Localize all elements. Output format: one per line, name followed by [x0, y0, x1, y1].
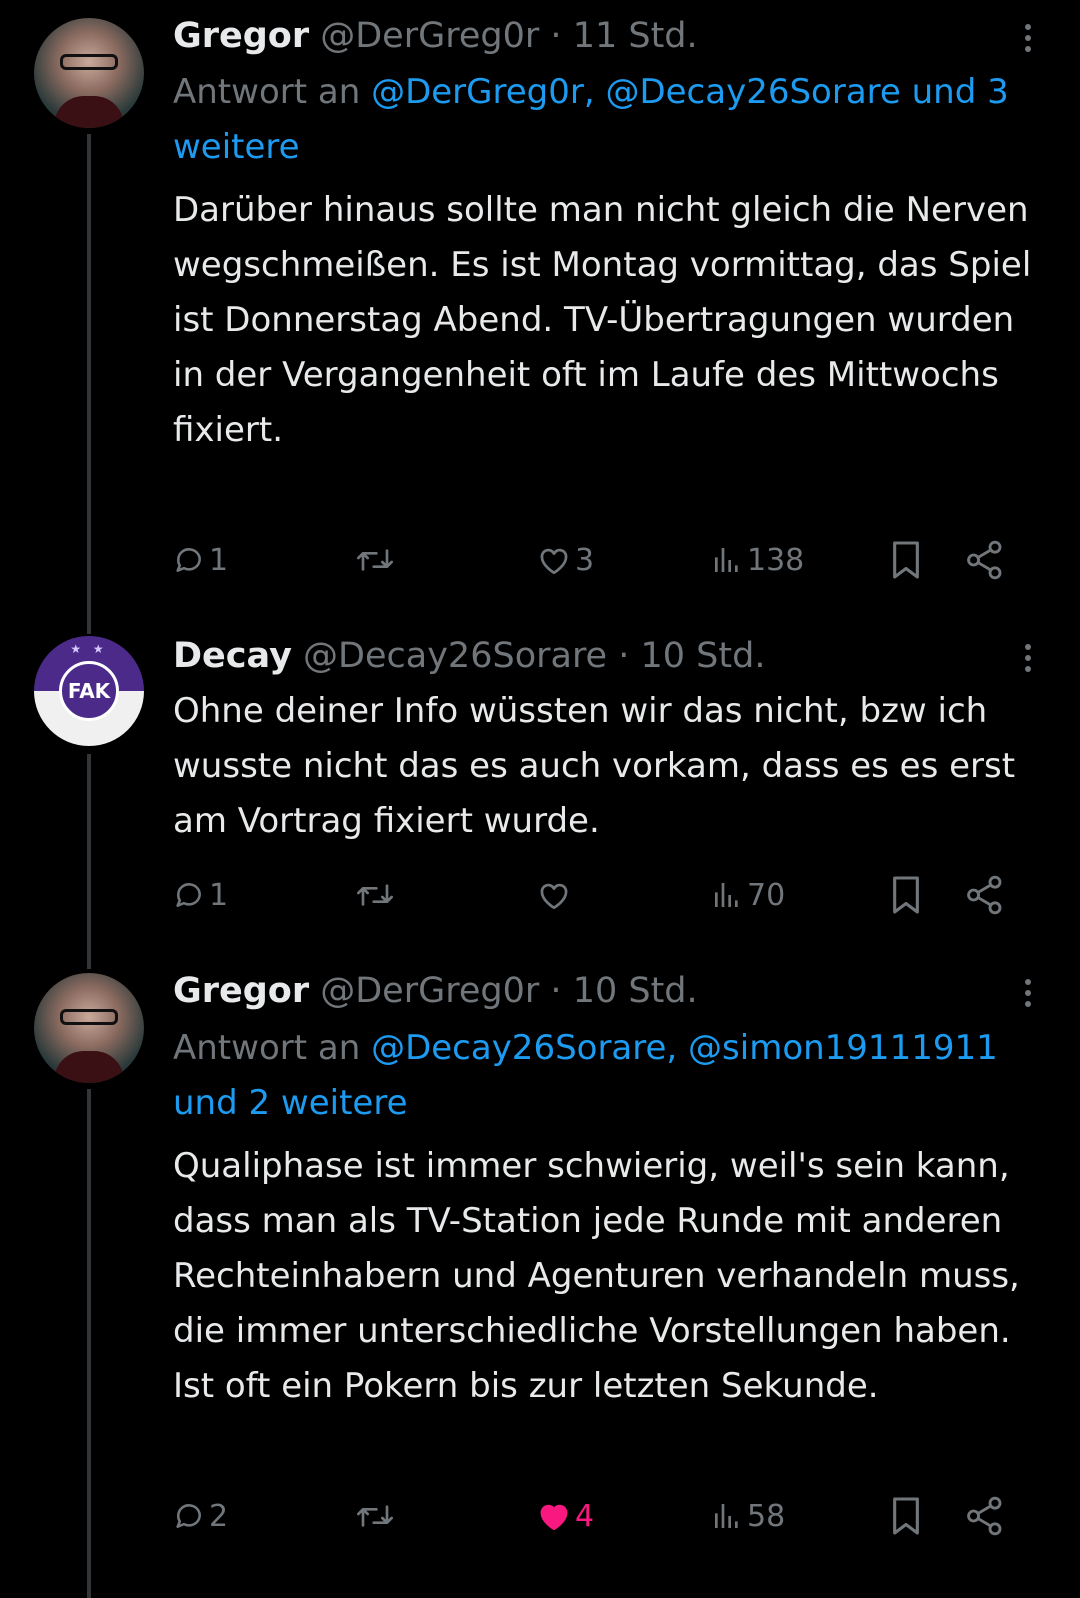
like-icon	[540, 883, 568, 910]
share-button[interactable]	[965, 540, 1005, 580]
like-count: 3	[575, 542, 595, 578]
tweet-text: Darüber hinaus sollte man nicht gleich d…	[173, 190, 1043, 450]
like-icon	[540, 548, 568, 575]
separator: ·	[550, 971, 562, 1011]
club-crest: FAK	[59, 661, 119, 721]
repost-icon	[357, 549, 393, 571]
bookmark-icon	[893, 876, 919, 914]
views-button[interactable]: 58	[711, 1496, 785, 1536]
thread-line	[87, 955, 91, 969]
like-button[interactable]	[537, 875, 575, 915]
share-button[interactable]	[965, 1496, 1005, 1536]
views-count: 58	[747, 1498, 786, 1534]
timestamp[interactable]: 11 Std.	[573, 16, 698, 56]
author-name[interactable]: Decay	[173, 636, 292, 676]
views-button[interactable]: 70	[711, 875, 785, 915]
action-bar: 1 3 138	[173, 540, 1033, 580]
reply-context: Antwort an @DerGreg0r, @Decay26Sorare un…	[173, 65, 1033, 175]
tweet-header: Gregor @DerGreg0r · 10 Std.	[173, 971, 698, 1011]
like-icon	[540, 1504, 568, 1531]
author-handle[interactable]: @DerGreg0r	[320, 971, 539, 1011]
reply-button[interactable]: 1	[173, 540, 228, 580]
reply-prefix: Antwort an	[173, 1028, 372, 1068]
bookmark-button[interactable]	[889, 1496, 923, 1536]
tweet-header: Gregor @DerGreg0r · 11 Std.	[173, 16, 698, 56]
timestamp[interactable]: 10 Std.	[641, 636, 766, 676]
bookmark-button[interactable]	[889, 540, 923, 580]
repost-button[interactable]	[355, 875, 395, 915]
timestamp[interactable]: 10 Std.	[573, 971, 698, 1011]
reply-count: 2	[209, 1498, 229, 1534]
more-icon[interactable]	[1018, 973, 1038, 1013]
bookmark-icon	[893, 1497, 919, 1535]
star-icon: ★ ★	[70, 642, 108, 656]
author-name[interactable]: Gregor	[173, 16, 309, 56]
avatar[interactable]	[34, 973, 144, 1083]
like-button[interactable]: 4	[537, 1496, 594, 1536]
author-handle[interactable]: @Decay26Sorare	[303, 636, 607, 676]
separator: ·	[550, 16, 562, 56]
views-count: 138	[747, 542, 805, 578]
reply-icon	[176, 548, 201, 572]
views-count: 70	[747, 877, 786, 913]
share-icon	[967, 540, 1002, 580]
reply-button[interactable]: 1	[173, 875, 228, 915]
views-button[interactable]: 138	[711, 540, 804, 580]
avatar[interactable]: ★ ★ FAK	[34, 636, 144, 746]
more-icon[interactable]	[1018, 18, 1038, 58]
separator: ·	[618, 636, 630, 676]
views-icon	[715, 883, 738, 907]
reply-count: 1	[209, 542, 229, 578]
tweet-text: Qualiphase ist immer schwierig, weil's s…	[173, 1146, 1031, 1406]
like-count: 4	[575, 1498, 595, 1534]
thread-line	[87, 754, 91, 955]
thread-line	[87, 620, 91, 634]
views-icon	[715, 1504, 738, 1528]
author-handle[interactable]: @DerGreg0r	[320, 16, 539, 56]
share-icon	[967, 875, 1002, 915]
reply-button[interactable]: 2	[173, 1496, 228, 1536]
tweet-text: Ohne deiner Info wüssten wir das nicht, …	[173, 691, 1026, 841]
tweet-header: Decay @Decay26Sorare · 10 Std.	[173, 636, 765, 676]
action-bar: 2 4 58	[173, 1496, 1033, 1536]
repost-icon	[357, 884, 393, 906]
share-button[interactable]	[965, 875, 1005, 915]
thread-line	[87, 1089, 91, 1598]
views-icon	[715, 548, 738, 572]
author-name[interactable]: Gregor	[173, 971, 309, 1011]
like-button[interactable]: 3	[537, 540, 594, 580]
reply-count: 1	[209, 877, 229, 913]
reply-icon	[176, 883, 201, 907]
share-icon	[967, 1496, 1002, 1536]
reply-icon	[176, 1504, 201, 1528]
thread-line	[87, 134, 91, 620]
action-bar: 1 70	[173, 875, 1033, 915]
bookmark-button[interactable]	[889, 875, 923, 915]
repost-icon	[357, 1505, 393, 1527]
more-icon[interactable]	[1018, 638, 1038, 678]
reply-context: Antwort an @Decay26Sorare, @simon1911191…	[173, 1021, 1033, 1131]
reply-prefix: Antwort an	[173, 72, 372, 112]
bookmark-icon	[893, 541, 919, 579]
repost-button[interactable]	[355, 1496, 395, 1536]
avatar[interactable]	[34, 18, 144, 128]
repost-button[interactable]	[355, 540, 395, 580]
